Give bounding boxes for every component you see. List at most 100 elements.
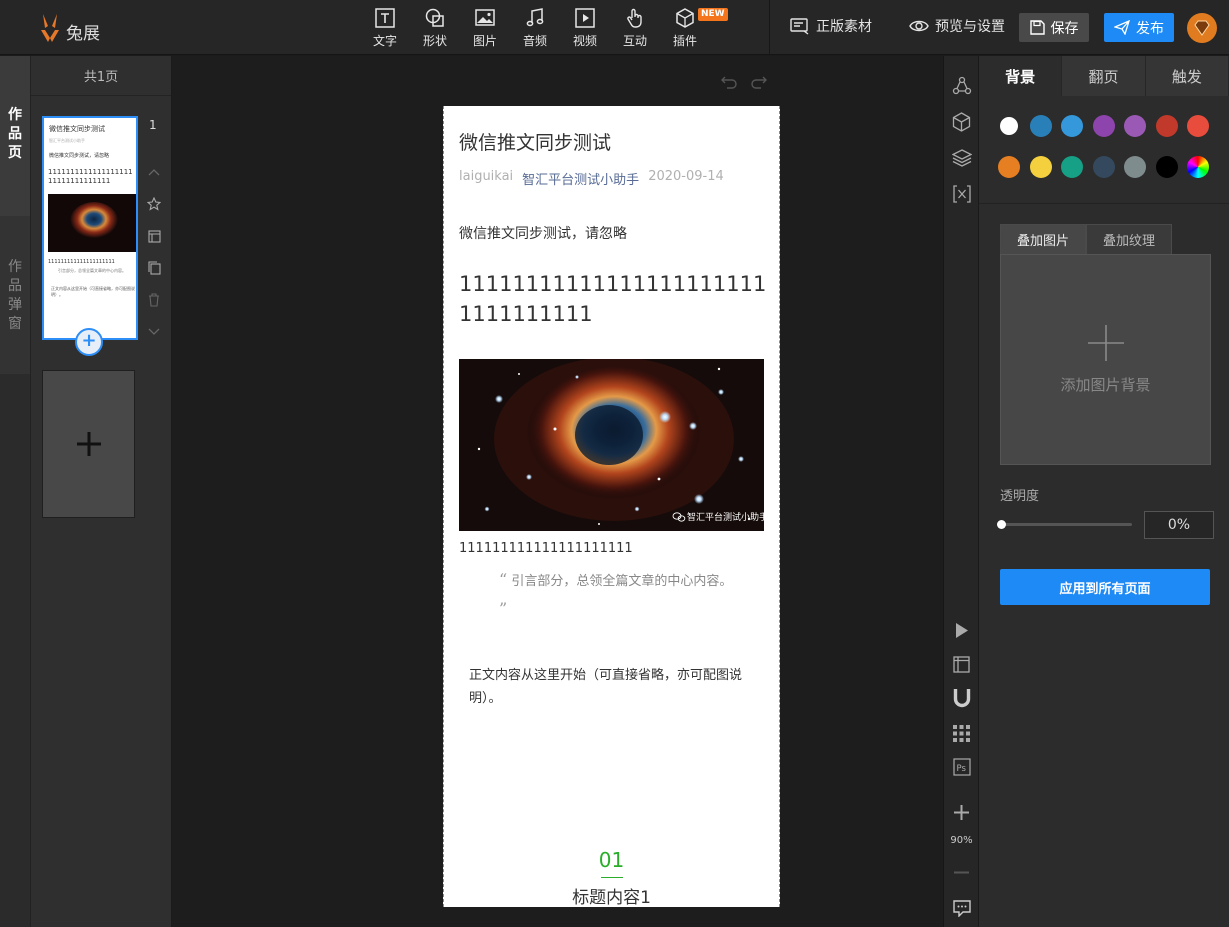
thumb-ones: 111111111111111111111111111111111 (48, 168, 133, 185)
app-logo[interactable]: 兔展 (38, 12, 100, 44)
thumb-meta: 智汇平台测试小助手 (49, 138, 85, 143)
psd-import-button[interactable]: Ps (944, 758, 979, 776)
left-vertical-tabs: 作 品 页 作 品 弹 窗 (0, 56, 30, 927)
image-watermark: 智汇平台测试小助手 (687, 511, 764, 523)
article-intro[interactable]: 微信推文同步测试，请忽略 (459, 223, 627, 243)
tool-label: 互动 (622, 33, 647, 48)
page-number: 1 (149, 118, 157, 132)
tab-overlay-image[interactable]: 叠加图片 (1000, 224, 1087, 255)
tab-trigger[interactable]: 触发 (1146, 56, 1229, 96)
publish-button[interactable]: 发布 (1104, 13, 1174, 42)
tab-char: 页 (8, 145, 22, 161)
color-swatch[interactable] (1155, 156, 1178, 178)
article-number-line[interactable]: 111111111111111111111 (459, 541, 633, 556)
move-up-button[interactable] (148, 156, 160, 188)
tool-video[interactable]: 视频 (560, 0, 610, 55)
tool-audio[interactable]: 音频 (510, 0, 560, 55)
feedback-button[interactable] (944, 900, 979, 917)
article-title[interactable]: 微信推文同步测试 (459, 128, 611, 155)
grid-button[interactable] (944, 725, 979, 742)
zoom-out-button[interactable] (944, 871, 979, 874)
add-background-label: 添加图片背景 (1060, 376, 1151, 394)
add-background-image[interactable]: 添加图片背景 (1000, 254, 1211, 465)
play-preview-button[interactable] (944, 622, 979, 639)
custom-color-swatch[interactable] (1187, 156, 1209, 178)
meta-author[interactable]: 智汇平台测试小助手 (522, 169, 639, 188)
article-body[interactable]: 正文内容从这里开始（可直接省略，亦可配图说明）。 (469, 664, 764, 710)
color-swatch[interactable] (1124, 156, 1146, 178)
tab-page-turn[interactable]: 翻页 (1062, 56, 1146, 96)
tab-works-page[interactable]: 作 品 页 (0, 56, 30, 216)
thumb-body: 正文内容从这里开始（可直接省略，亦可配图说明）。 (51, 286, 135, 297)
layers-icon (951, 149, 972, 167)
nebula-image[interactable]: 智汇平台测试小助手 (459, 359, 764, 531)
color-swatch[interactable] (1155, 115, 1178, 137)
opacity-slider[interactable] (997, 520, 1132, 529)
tab-works-popup[interactable]: 作 品 弹 窗 (0, 216, 30, 374)
plus-icon: + (81, 330, 97, 351)
color-swatch[interactable] (998, 115, 1020, 137)
timeline-button[interactable] (944, 656, 979, 673)
undo-icon[interactable] (721, 76, 737, 89)
eye-icon (909, 20, 929, 32)
save-button[interactable]: 保存 (1019, 13, 1089, 42)
preview-settings-button[interactable]: 预览与设置 (909, 16, 1005, 36)
overlay-tabs: 叠加图片 叠加纹理 (1000, 224, 1173, 255)
chevron-up-icon (148, 169, 160, 176)
apply-to-all-pages-button[interactable]: 应用到所有页面 (1000, 569, 1210, 605)
move-down-button[interactable] (148, 316, 160, 348)
tool-image[interactable]: 图片 (460, 0, 510, 55)
color-swatch[interactable] (998, 156, 1020, 178)
color-swatch[interactable] (1187, 115, 1209, 137)
opacity-input[interactable]: 0% (1144, 511, 1214, 539)
color-swatch[interactable] (1092, 115, 1115, 137)
tool-shape[interactable]: 形状 (410, 0, 460, 55)
quote-text: 引言部分，总领全篇文章的中心内容。 (511, 574, 733, 589)
section-heading[interactable]: 标题内容1 (443, 883, 780, 907)
tab-background[interactable]: 背景 (979, 56, 1063, 96)
layer-stack-button[interactable] (944, 149, 979, 167)
layers-button[interactable] (944, 76, 979, 96)
tab-char: 品 (8, 278, 22, 294)
right-icon-strip: Ps 90% (943, 56, 978, 927)
add-page-button[interactable] (42, 370, 135, 518)
page-thumbnail[interactable]: 微信推文同步测试 智汇平台测试小助手 微信推文同步测试，请忽略 11111111… (42, 116, 138, 340)
cube-icon (952, 112, 971, 132)
tab-char: 作 (8, 259, 22, 275)
3d-button[interactable] (944, 112, 979, 132)
licensed-material-button[interactable]: 正版素材 (790, 16, 872, 36)
color-swatch[interactable] (1061, 156, 1083, 178)
insert-page-button[interactable]: + (75, 328, 103, 356)
page-canvas[interactable]: 微信推文同步测试 laiguikai 智汇平台测试小助手 2020-09-14 … (443, 106, 780, 907)
color-swatch[interactable] (1124, 115, 1146, 137)
tab-char: 作 (8, 107, 22, 123)
template-button[interactable] (147, 220, 161, 252)
favorite-button[interactable] (147, 188, 161, 220)
magnet-button[interactable] (944, 688, 979, 708)
color-swatch[interactable] (1029, 156, 1052, 178)
redo-icon[interactable] (751, 76, 767, 89)
color-swatch[interactable] (1029, 115, 1052, 137)
svg-text:Ps: Ps (956, 764, 966, 774)
article-quote[interactable]: “ 引言部分，总领全篇文章的中心内容。 ” (499, 566, 739, 624)
article-large-text[interactable]: 111111111111111111111111111111111 (459, 269, 769, 329)
color-swatch[interactable] (1061, 115, 1083, 137)
section-number[interactable]: 01 (443, 848, 780, 872)
user-avatar[interactable] (1187, 13, 1217, 43)
slider-handle[interactable] (997, 520, 1006, 529)
zoom-in-button[interactable] (944, 805, 979, 820)
delete-page-button[interactable] (148, 284, 160, 316)
properties-tabs: 背景 翻页 触发 (979, 56, 1229, 96)
variable-button[interactable] (944, 185, 979, 203)
tool-interact[interactable]: 互动 (610, 0, 660, 55)
thumb-nebula-image (48, 194, 136, 252)
minus-icon (954, 871, 969, 874)
close-quote-mark: ” (499, 599, 508, 618)
color-swatch[interactable] (1092, 156, 1115, 178)
video-play-icon (575, 7, 595, 28)
copy-page-button[interactable] (147, 252, 161, 284)
film-icon (953, 656, 970, 673)
tool-text[interactable]: 文字 (360, 0, 410, 55)
properties-panel: 背景 翻页 触发 叠加图片 叠加纹理 添加图片背景 透明度 0% 应用到所有页面 (978, 56, 1229, 927)
tab-overlay-texture[interactable]: 叠加纹理 (1086, 224, 1173, 255)
